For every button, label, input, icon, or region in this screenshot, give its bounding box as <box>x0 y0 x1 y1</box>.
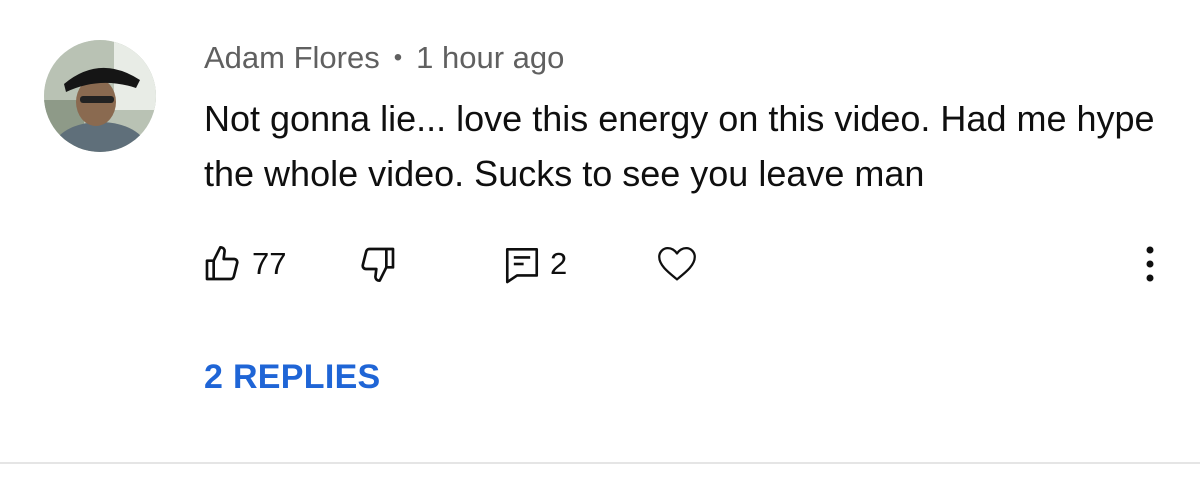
more-options-button[interactable] <box>1134 238 1166 290</box>
meta-separator: • <box>393 44 403 71</box>
thumbs-up-icon <box>205 246 239 281</box>
avatar-image <box>44 40 156 152</box>
reply-count: 2 <box>550 246 568 281</box>
like-button[interactable]: 77 <box>202 238 286 290</box>
avatar[interactable] <box>44 40 156 152</box>
like-count: 77 <box>252 246 287 281</box>
comment-text: Not gonna lie... love this energy on thi… <box>204 98 1155 194</box>
author-name[interactable]: Adam Flores <box>204 40 380 76</box>
comment-header: Adam Flores • 1 hour ago <box>204 40 564 76</box>
reply-button[interactable]: 2 <box>504 238 567 290</box>
more-vertical-icon <box>1146 246 1154 282</box>
dislike-button[interactable] <box>358 238 398 290</box>
comment-thread: Adam Flores • 1 hour ago Not gonna lie..… <box>0 0 1200 477</box>
heart-icon <box>658 247 696 281</box>
heart-button[interactable] <box>656 238 698 290</box>
comment-timestamp[interactable]: 1 hour ago <box>416 40 564 76</box>
reply-comment-icon <box>505 247 539 284</box>
divider <box>0 462 1200 464</box>
view-replies-link[interactable]: 2 REPLIES <box>204 358 381 397</box>
comment-actions: 77 2 <box>0 238 1200 290</box>
thumbs-down-icon <box>361 247 395 282</box>
